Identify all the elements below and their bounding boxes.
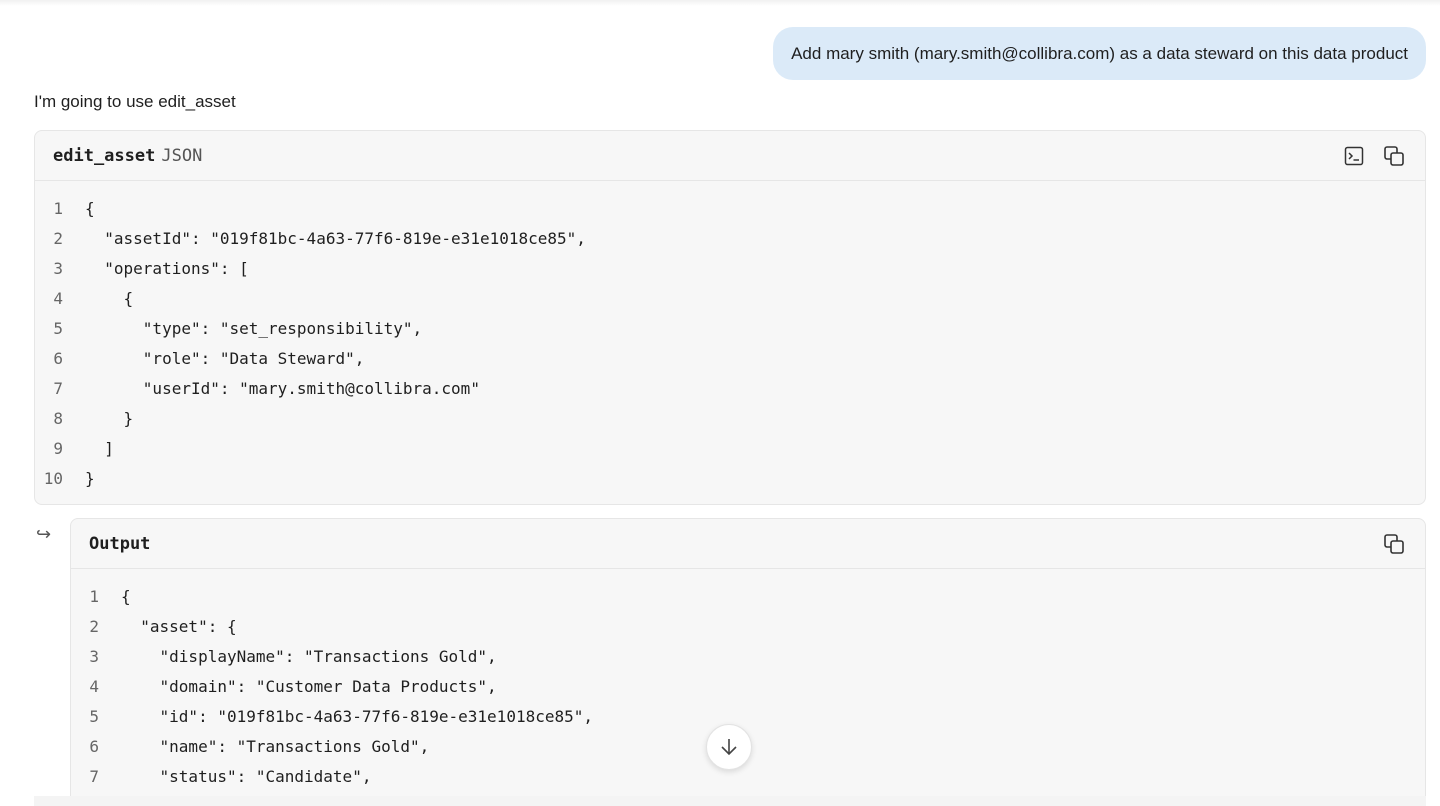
code-text: {: [121, 586, 131, 606]
code-language: JSON: [161, 145, 203, 166]
code-text: {: [85, 288, 134, 308]
line-number: 8: [53, 408, 63, 428]
output-title: Output: [89, 533, 151, 554]
code-text: "status": "Candidate",: [121, 766, 372, 786]
bottom-fade: [34, 796, 1426, 806]
code-text: ]: [85, 438, 114, 458]
tool-name: edit_asset: [53, 145, 156, 166]
code-line: 5 "id": "019f81bc-4a63-77f6-819e-e31e101…: [71, 701, 1425, 731]
code-text: "domain": "Customer Data Products",: [121, 676, 497, 696]
line-number: 1: [89, 586, 99, 606]
code-line: 5 "type": "set_responsibility",: [35, 313, 1425, 343]
line-number: 2: [53, 228, 63, 248]
code-line: 2 "asset": {: [71, 611, 1425, 641]
code-text: {: [85, 198, 95, 218]
code-text: "asset": {: [121, 616, 237, 636]
user-message-bubble: Add mary smith (mary.smith@collibra.com)…: [773, 27, 1426, 80]
line-number: 4: [53, 288, 63, 308]
line-number: 9: [53, 438, 63, 458]
code-text: }: [85, 408, 134, 428]
code-line: 1{: [71, 581, 1425, 611]
line-number: 6: [53, 348, 63, 368]
code-line: 3 "displayName": "Transactions Gold",: [71, 641, 1425, 671]
tool-input-header: edit_asset JSON: [35, 131, 1425, 181]
tool-output-header: Output: [71, 519, 1425, 569]
terminal-icon[interactable]: [1341, 143, 1367, 169]
line-number: 1: [53, 198, 63, 218]
tool-input-title: edit_asset JSON: [53, 146, 202, 166]
code-text: "operations": [: [85, 258, 249, 278]
line-number: 3: [89, 646, 99, 666]
tool-output-title: Output: [89, 534, 150, 554]
scroll-to-bottom-button[interactable]: [706, 724, 752, 770]
line-number: 6: [89, 736, 99, 756]
code-line: 1{: [35, 193, 1425, 223]
line-number: 7: [53, 378, 63, 398]
copy-icon[interactable]: [1381, 143, 1407, 169]
tool-output-actions: [1381, 531, 1407, 557]
code-line: 6 "role": "Data Steward",: [35, 343, 1425, 373]
code-text: "type": "set_responsibility",: [85, 318, 423, 338]
code-text: "name": "Transactions Gold",: [121, 736, 430, 756]
line-number: 10: [43, 468, 63, 488]
code-line: 7 "status": "Candidate",: [71, 761, 1425, 791]
code-line: 10}: [35, 463, 1425, 493]
code-text: "assetId": "019f81bc-4a63-77f6-819e-e31e…: [85, 228, 586, 248]
code-line: 7 "userId": "mary.smith@collibra.com": [35, 373, 1425, 403]
arrow-down-icon: [721, 739, 737, 756]
tool-input-actions: [1341, 143, 1407, 169]
code-line: 2 "assetId": "019f81bc-4a63-77f6-819e-e3…: [35, 223, 1425, 253]
code-text: "id": "019f81bc-4a63-77f6-819e-e31e1018c…: [121, 706, 594, 726]
line-number: 5: [53, 318, 63, 338]
line-number: 2: [89, 616, 99, 636]
user-message-text: Add mary smith (mary.smith@collibra.com)…: [791, 43, 1408, 63]
code-text: "userId": "mary.smith@collibra.com": [85, 378, 480, 398]
code-line: 4 "domain": "Customer Data Products",: [71, 671, 1425, 701]
code-line: 4 {: [35, 283, 1425, 313]
code-text: "role": "Data Steward",: [85, 348, 365, 368]
code-line: 8 }: [35, 403, 1425, 433]
line-number: 5: [89, 706, 99, 726]
copy-icon[interactable]: [1381, 531, 1407, 557]
top-fade-divider: [0, 0, 1440, 6]
return-arrow-icon: ↪: [36, 524, 52, 544]
code-line: 3 "operations": [: [35, 253, 1425, 283]
assistant-intro-text: I'm going to use edit_asset: [34, 92, 236, 111]
line-number: 3: [53, 258, 63, 278]
tool-input-code: 1{2 "assetId": "019f81bc-4a63-77f6-819e-…: [35, 181, 1425, 493]
tool-input-card: edit_asset JSON 1{2 "assetId": "019f81bc-…: [34, 130, 1426, 505]
code-line: 9 ]: [35, 433, 1425, 463]
line-number: 7: [89, 766, 99, 786]
code-text: }: [85, 468, 95, 488]
code-text: "displayName": "Transactions Gold",: [121, 646, 497, 666]
tool-output-card: Output 1{2 "asset": {3 "displayName": "T…: [70, 518, 1426, 806]
line-number: 4: [89, 676, 99, 696]
